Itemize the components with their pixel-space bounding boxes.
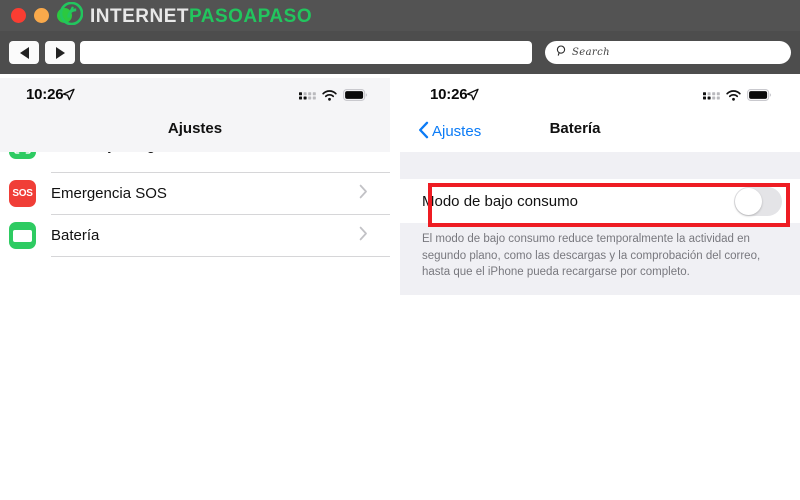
battery-full-icon xyxy=(343,88,368,106)
low-power-mode-label: Modo de bajo consumo xyxy=(422,192,578,210)
toggle-knob xyxy=(735,187,762,215)
sidebar-item-emergencia-sos[interactable]: SOS Emergencia SOS xyxy=(0,173,390,214)
browser-chrome: INTERNETPASOAPASO Search xyxy=(0,0,800,74)
low-power-mode-toggle[interactable] xyxy=(734,186,782,216)
settings-list: Face ID y código SOS Emergencia SOS xyxy=(0,152,390,257)
status-bar-right: 10:26 xyxy=(400,78,800,114)
battery-nav-header: Ajustes Batería xyxy=(400,114,800,152)
page-title-right: Batería xyxy=(549,120,601,137)
sidebar-item-face-id[interactable]: Face ID y código xyxy=(0,152,390,172)
search-bar[interactable]: Search xyxy=(545,41,791,64)
sidebar-item-label: Emergencia SOS xyxy=(51,185,167,202)
wifi-icon xyxy=(726,88,741,106)
sos-icon-label: SOS xyxy=(12,188,33,199)
chevron-right-icon xyxy=(359,226,368,246)
low-power-mode-description: El modo de bajo consumo reduce temporalm… xyxy=(400,223,800,296)
status-bar-indicators-right xyxy=(703,88,772,106)
low-power-mode-row[interactable]: Modo de bajo consumo xyxy=(400,179,800,223)
sidebar-item-label: Batería xyxy=(51,227,100,244)
browser-titlebar: INTERNETPASOAPASO xyxy=(0,0,800,31)
search-icon xyxy=(556,44,568,62)
triangle-left-icon xyxy=(19,46,29,59)
logo-text-pasoapaso: PASOAPASO xyxy=(189,5,313,27)
logo-text-internet: INTERNET xyxy=(90,5,189,27)
status-bar-time: 10:26 xyxy=(26,86,64,103)
page-title-left: Ajustes xyxy=(167,120,223,137)
internet-paso-a-paso-logo-icon xyxy=(59,1,84,30)
back-button[interactable] xyxy=(9,41,39,64)
sos-icon: SOS xyxy=(9,180,36,207)
cellular-dots-icon xyxy=(703,88,720,106)
location-arrow-icon xyxy=(62,88,75,106)
section-spacer xyxy=(400,152,800,179)
triangle-right-icon xyxy=(55,46,65,59)
list-divider xyxy=(51,256,390,257)
sidebar-item-bateria[interactable]: Batería xyxy=(0,215,390,256)
chevron-right-icon xyxy=(359,152,368,156)
cellular-dots-icon xyxy=(299,88,316,106)
wifi-icon xyxy=(322,88,337,106)
status-bar-left: 10:26 xyxy=(0,78,390,114)
iphone-screenshot-battery: 10:26 Ajustes Batería Modo de bajo consu… xyxy=(400,78,800,300)
address-bar[interactable] xyxy=(80,41,532,64)
close-window-button[interactable] xyxy=(11,8,26,23)
settings-nav-header: Ajustes xyxy=(0,114,390,152)
iphone-screenshot-settings: 10:26 Ajustes SOS Emergencia SOS Batería xyxy=(0,78,390,276)
search-input-placeholder: Search xyxy=(572,47,610,58)
status-bar-time: 10:26 xyxy=(430,86,468,103)
minimize-window-button[interactable] xyxy=(34,8,49,23)
sidebar-item-label: Face ID y código xyxy=(51,152,359,154)
site-logo[interactable]: INTERNETPASOAPASO xyxy=(59,1,312,30)
forward-button[interactable] xyxy=(45,41,75,64)
battery-icon xyxy=(9,222,36,249)
face-id-icon xyxy=(9,152,36,159)
battery-full-icon xyxy=(747,88,772,106)
site-logo-text: INTERNETPASOAPASO xyxy=(90,7,312,26)
location-arrow-icon xyxy=(466,88,479,106)
chevron-right-icon xyxy=(359,184,368,204)
status-bar-indicators-left xyxy=(299,88,368,106)
battery-icon-glyph xyxy=(13,229,32,242)
